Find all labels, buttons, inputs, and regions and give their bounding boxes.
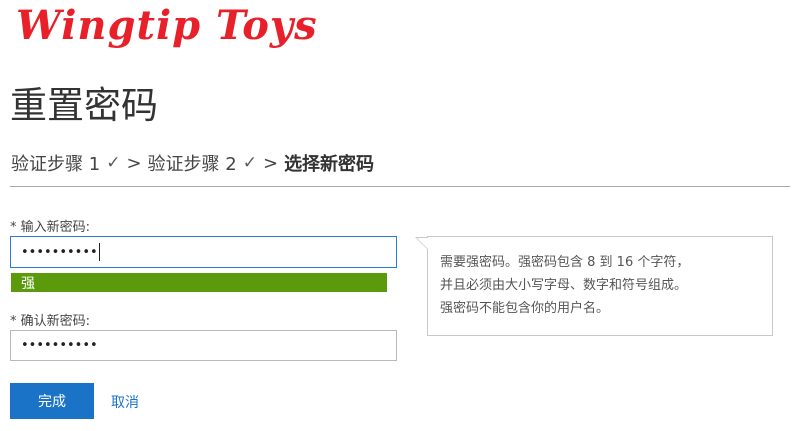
confirm-password-input[interactable]: •••••••••• [10, 330, 397, 361]
tooltip-line-3: 强密码不能包含你的用户名。 [440, 301, 610, 316]
breadcrumb: 验证步骤 1 ✓ > 验证步骤 2 ✓ > 选择新密码 [11, 150, 374, 176]
check-icon: ✓ [106, 153, 121, 173]
brand-logo: Wingtip Toys [16, 2, 318, 49]
new-password-input[interactable]: •••••••••• [10, 236, 397, 268]
cancel-link[interactable]: 取消 [111, 392, 139, 412]
tooltip-line-1: 需要强密码。强密码包含 8 到 16 个字符， [440, 255, 690, 270]
check-icon: ✓ [242, 153, 257, 173]
new-password-label: * 输入新密码: [10, 220, 91, 235]
confirm-password-label: * 确认新密码: [10, 314, 91, 329]
password-requirements-tooltip: 需要强密码。强密码包含 8 到 16 个字符， 并且必须由大小写字母、数字和符号… [415, 236, 773, 336]
page-title: 重置密码 [10, 84, 158, 127]
password-strength-label: 强 [21, 275, 35, 292]
finish-button[interactable]: 完成 [10, 383, 94, 419]
text-caret [98, 243, 100, 261]
confirm-password-value: •••••••••• [21, 338, 98, 353]
tooltip-arrow-fill [417, 238, 428, 249]
step-1-label: 验证步骤 1 [11, 154, 101, 175]
current-step-label: 选择新密码 [284, 154, 375, 175]
divider [10, 186, 790, 187]
separator-1: > [126, 152, 142, 174]
separator-2: > [262, 152, 279, 174]
step-2-label: 验证步骤 2 [147, 154, 237, 175]
tooltip-line-2: 并且必须由大小写字母、数字和符号组成。 [440, 278, 688, 293]
new-password-value: •••••••••• [21, 244, 98, 260]
password-strength-bar: 强 [11, 273, 387, 292]
